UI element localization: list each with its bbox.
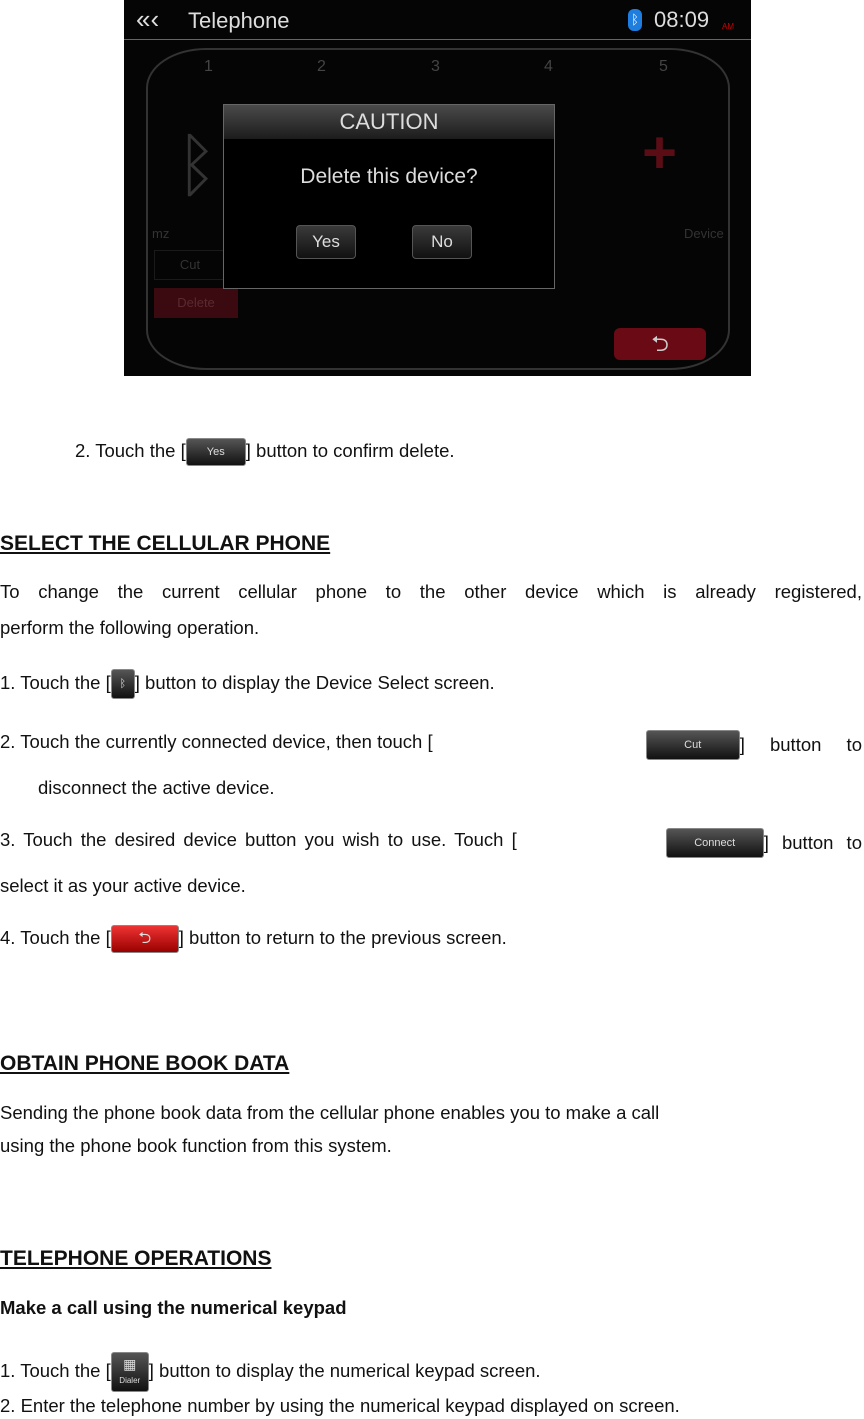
no-button[interactable]: No <box>412 225 472 259</box>
bluetooth-device-icon: ᛒ <box>176 126 218 204</box>
text: ] button to <box>739 734 862 755</box>
yes-button-image: Yes <box>185 438 246 466</box>
heading-select-phone: SELECT THE CELLULAR PHONE <box>0 532 331 555</box>
text: Dialer <box>119 1376 141 1385</box>
slot-3[interactable]: 3 <box>431 58 440 76</box>
step-confirm-delete: 2. Touch the [Yes] button to confirm del… <box>75 438 455 466</box>
text: 3. Touch the desired device button you w… <box>0 829 517 850</box>
paragraph: using the phone book function from this … <box>0 1135 392 1156</box>
return-button-image: ⮌ <box>110 925 179 953</box>
text: ] button to confirm delete. <box>245 439 455 461</box>
telephone-screenshot: «‹ Telephone ᛒ 08:09 AM 1 2 3 4 5 ᛒ + mz… <box>124 0 751 376</box>
bluetooth-icon: ᛒ <box>628 9 642 31</box>
text: ] button to display the numerical keypad… <box>148 1359 541 1381</box>
caution-dialog: CAUTION Delete this device? Yes No <box>223 104 555 289</box>
text: 4. Touch the [ <box>0 926 111 948</box>
heading-telephone-operations: TELEPHONE OPERATIONS <box>0 1247 272 1270</box>
text: ] button to display the Device Select sc… <box>134 671 495 693</box>
paragraph: perform the following operation. <box>0 617 260 638</box>
text: ] button to <box>763 832 862 853</box>
step-3-continued: select it as your active device. <box>0 875 246 896</box>
clock-time: 08:09 <box>654 7 710 32</box>
connect-button-image: Connect <box>665 828 764 858</box>
dialog-message: Delete this device? <box>300 165 478 188</box>
heading-phone-book: OBTAIN PHONE BOOK DATA <box>0 1052 290 1075</box>
add-device-plus-icon[interactable]: + <box>642 118 677 187</box>
subheading: Make a call using the numerical keypad <box>0 1297 347 1318</box>
telephone-step-1: 1. Touch the [ ▦ Dialer ] button to display… <box>0 1352 541 1392</box>
slot-4[interactable]: 4 <box>544 58 553 76</box>
text: 2. Touch the currently connected device,… <box>0 731 433 752</box>
text: 2. Touch the [ <box>75 439 186 461</box>
return-button[interactable]: ⮌ <box>614 328 706 360</box>
cut-button-image: Cut <box>645 730 740 760</box>
bluetooth-device-button-image: ᛒ <box>110 669 135 699</box>
dialer-button-image: ▦ Dialer <box>110 1352 149 1392</box>
slot-1[interactable]: 1 <box>204 58 213 76</box>
step-1: 1. Touch the [ᛒ] button to display the D… <box>0 669 495 699</box>
step-4: 4. Touch the [⮌] button to return to the… <box>0 925 507 953</box>
delete-button[interactable]: Delete <box>154 288 238 318</box>
paragraph: Sending the phone book data from the cel… <box>0 1102 660 1123</box>
screen-title: Telephone <box>188 8 290 33</box>
paragraph: To change the current cellular phone to … <box>0 581 862 602</box>
text: 1. Touch the [ <box>0 1359 111 1381</box>
device-name: mz <box>152 226 170 241</box>
step-2-continued: disconnect the active device. <box>38 777 275 798</box>
clock-ampm: AM <box>722 22 734 31</box>
text: 1. Touch the [ <box>0 671 111 693</box>
cut-button[interactable]: Cut <box>154 250 226 280</box>
yes-button[interactable]: Yes <box>296 225 356 259</box>
text: ] button to return to the previous scree… <box>178 926 507 948</box>
slot-5[interactable]: 5 <box>659 58 668 76</box>
step-3: 3. Touch the desired device button you w… <box>0 828 862 858</box>
add-device-label: Device <box>684 226 724 241</box>
header-divider <box>124 39 751 40</box>
telephone-step-2: 2. Enter the telephone number by using t… <box>0 1395 680 1416</box>
dialog-title: CAUTION <box>224 105 554 139</box>
keypad-icon: ▦ <box>123 1356 137 1372</box>
triple-chevron-left-icon: «‹ <box>136 4 160 34</box>
step-2: 2. Touch the currently connected device,… <box>0 730 862 760</box>
slot-2[interactable]: 2 <box>317 58 326 76</box>
